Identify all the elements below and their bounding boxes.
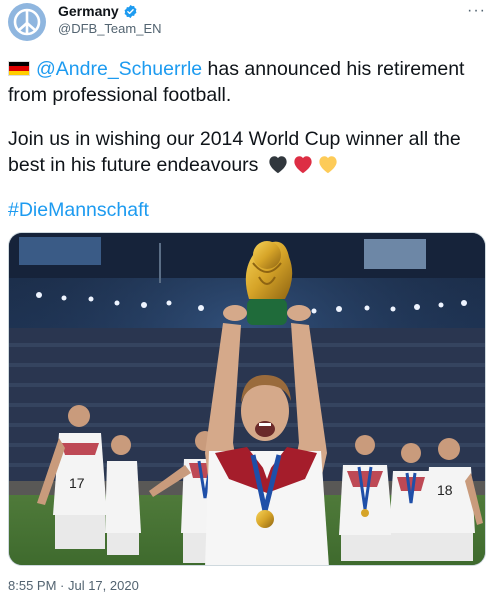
german-flag-icon (8, 61, 30, 76)
world-cup-celebration-photo: 17 18 (9, 233, 485, 565)
tweet-timestamp[interactable]: 8:55 PM · Jul 17, 2020 (8, 578, 139, 593)
red-heart-icon (294, 156, 312, 174)
jersey-number-18: 18 (437, 482, 453, 498)
tweet-text-line-2: from professional football. (8, 84, 232, 106)
black-heart-icon (269, 156, 287, 174)
tweet-text-line-3: Join us in wishing our 2014 World Cup wi… (8, 128, 461, 150)
account-handle[interactable]: @DFB_Team_EN (58, 21, 162, 36)
peace-symbol-icon (13, 8, 41, 36)
more-options-icon[interactable]: ··· (467, 2, 486, 20)
hashtag-link[interactable]: #DieMannschaft (8, 197, 149, 223)
account-name-row: Germany (58, 3, 138, 19)
account-name[interactable]: Germany (58, 3, 119, 19)
mention-link[interactable]: @Andre_Schuerrle (36, 58, 202, 80)
tweet-text-line-1: @Andre_Schuerrle has announced his retir… (8, 56, 464, 82)
tweet-text-line-4: best in his future endeavours (8, 152, 339, 178)
verified-badge-icon (124, 4, 137, 18)
tweet-text-line-4-text: best in his future endeavours (8, 154, 259, 176)
tweet-photo[interactable]: 17 18 (8, 232, 486, 566)
yellow-heart-icon (319, 156, 337, 174)
tweet: Germany @DFB_Team_EN ··· @Andre_Schuerrl… (0, 0, 498, 600)
jersey-number-17: 17 (69, 475, 85, 491)
avatar[interactable] (8, 3, 46, 41)
tweet-text-line-1-rest: has announced his retirement (202, 58, 465, 80)
